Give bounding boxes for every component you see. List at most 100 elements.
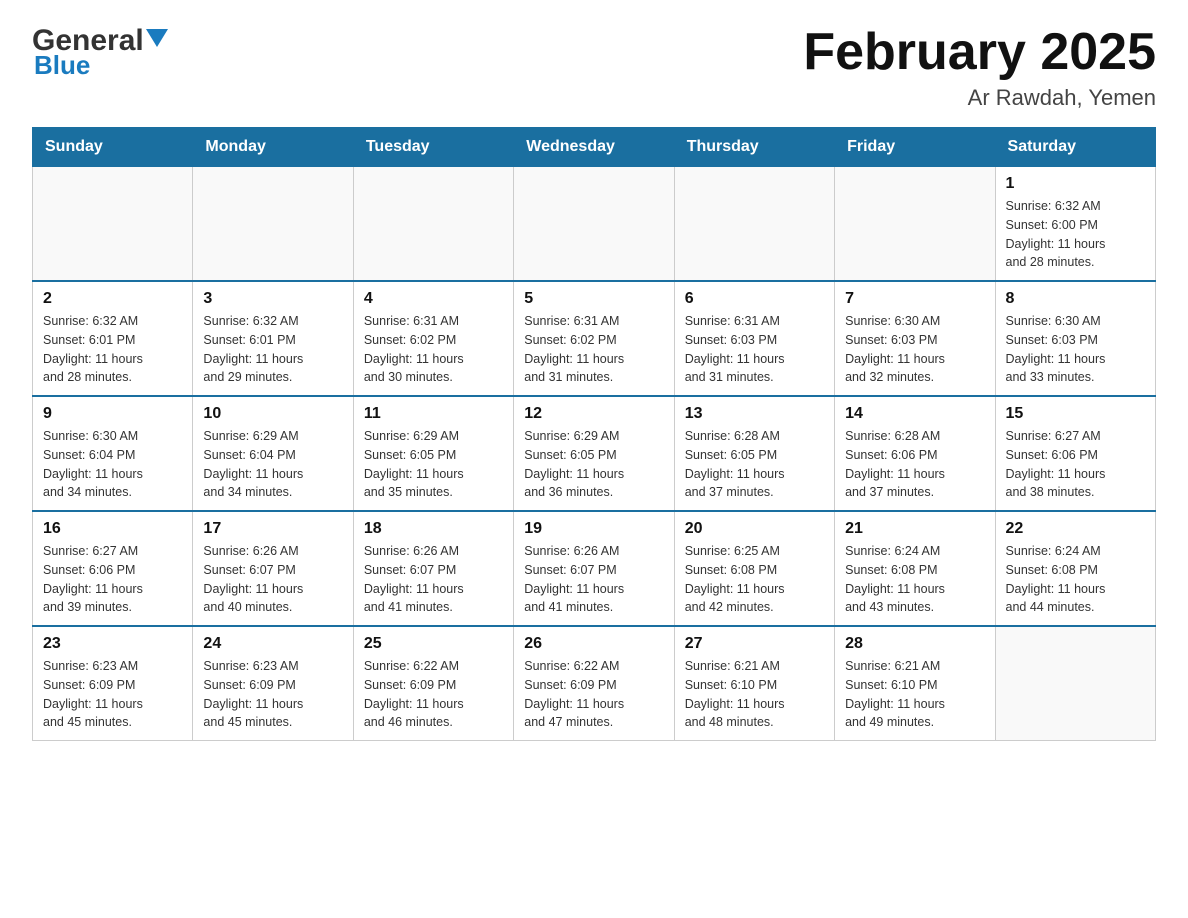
page-title: February 2025 (803, 24, 1156, 81)
day-info: Sunrise: 6:21 AMSunset: 6:10 PMDaylight:… (845, 657, 984, 732)
day-number: 11 (364, 405, 503, 423)
calendar-day-cell: 5Sunrise: 6:31 AMSunset: 6:02 PMDaylight… (514, 281, 674, 396)
day-number: 16 (43, 520, 182, 538)
calendar-day-cell: 23Sunrise: 6:23 AMSunset: 6:09 PMDayligh… (33, 626, 193, 741)
day-info: Sunrise: 6:30 AMSunset: 6:04 PMDaylight:… (43, 427, 182, 502)
page-subtitle: Ar Rawdah, Yemen (803, 85, 1156, 111)
day-info: Sunrise: 6:28 AMSunset: 6:06 PMDaylight:… (845, 427, 984, 502)
calendar-day-cell: 28 Sunrise: 6:21 AMSunset: 6:10 PMDayligh… (835, 626, 995, 741)
calendar-day-cell: 6 Sunrise: 6:31 AMSunset: 6:03 PMDaylight… (674, 281, 834, 396)
calendar-day-cell: 3Sunrise: 6:32 AMSunset: 6:01 PMDaylight… (193, 281, 353, 396)
day-number: 4 (364, 290, 503, 308)
calendar-day-cell (514, 167, 674, 282)
calendar-day-cell (835, 167, 995, 282)
day-number: 8 (1006, 290, 1145, 308)
calendar-day-cell: 19 Sunrise: 6:26 AMSunset: 6:07 PMDayligh… (514, 511, 674, 626)
calendar-day-cell: 8Sunrise: 6:30 AMSunset: 6:03 PMDaylight… (995, 281, 1155, 396)
day-info: Sunrise: 6:24 AMSunset: 6:08 PMDaylight:… (845, 542, 984, 617)
calendar-day-cell: 27 Sunrise: 6:21 AMSunset: 6:10 PMDayligh… (674, 626, 834, 741)
calendar-week-row: 2Sunrise: 6:32 AMSunset: 6:01 PMDaylight… (33, 281, 1156, 396)
calendar-day-cell: 18 Sunrise: 6:26 AMSunset: 6:07 PMDayligh… (353, 511, 513, 626)
day-number: 12 (524, 405, 663, 423)
calendar-day-cell: 17 Sunrise: 6:26 AMSunset: 6:07 PMDayligh… (193, 511, 353, 626)
calendar-week-row: 16 Sunrise: 6:27 AMSunset: 6:06 PMDayligh… (33, 511, 1156, 626)
day-number: 25 (364, 635, 503, 653)
day-info: Sunrise: 6:25 AMSunset: 6:08 PMDaylight:… (685, 542, 824, 617)
calendar-day-cell: 25 Sunrise: 6:22 AMSunset: 6:09 PMDayligh… (353, 626, 513, 741)
calendar-day-cell (193, 167, 353, 282)
day-number: 10 (203, 405, 342, 423)
day-info: Sunrise: 6:31 AMSunset: 6:03 PMDaylight:… (685, 312, 824, 387)
day-number: 3 (203, 290, 342, 308)
day-info: Sunrise: 6:23 AMSunset: 6:09 PMDaylight:… (43, 657, 182, 732)
calendar-day-cell: 24 Sunrise: 6:23 AMSunset: 6:09 PMDayligh… (193, 626, 353, 741)
day-number: 2 (43, 290, 182, 308)
day-number: 17 (203, 520, 342, 538)
calendar-day-cell (995, 626, 1155, 741)
day-number: 28 (845, 635, 984, 653)
weekday-header-sunday: Sunday (33, 128, 193, 167)
day-info: Sunrise: 6:22 AMSunset: 6:09 PMDaylight:… (364, 657, 503, 732)
day-info: Sunrise: 6:22 AMSunset: 6:09 PMDaylight:… (524, 657, 663, 732)
calendar-week-row: 9 Sunrise: 6:30 AMSunset: 6:04 PMDaylight… (33, 396, 1156, 511)
day-number: 1 (1006, 175, 1145, 193)
weekday-header-thursday: Thursday (674, 128, 834, 167)
day-info: Sunrise: 6:31 AMSunset: 6:02 PMDaylight:… (524, 312, 663, 387)
calendar-day-cell (353, 167, 513, 282)
weekday-header-tuesday: Tuesday (353, 128, 513, 167)
day-info: Sunrise: 6:26 AMSunset: 6:07 PMDaylight:… (203, 542, 342, 617)
calendar-day-cell: 21Sunrise: 6:24 AMSunset: 6:08 PMDayligh… (835, 511, 995, 626)
logo-area: General Blue (32, 24, 168, 81)
calendar-day-cell: 26 Sunrise: 6:22 AMSunset: 6:09 PMDayligh… (514, 626, 674, 741)
day-info: Sunrise: 6:21 AMSunset: 6:10 PMDaylight:… (685, 657, 824, 732)
calendar-day-cell: 7Sunrise: 6:30 AMSunset: 6:03 PMDaylight… (835, 281, 995, 396)
day-info: Sunrise: 6:26 AMSunset: 6:07 PMDaylight:… (364, 542, 503, 617)
day-number: 18 (364, 520, 503, 538)
day-info: Sunrise: 6:27 AMSunset: 6:06 PMDaylight:… (43, 542, 182, 617)
day-number: 27 (685, 635, 824, 653)
calendar-day-cell: 13 Sunrise: 6:28 AMSunset: 6:05 PMDayligh… (674, 396, 834, 511)
logo-blue: Blue (34, 50, 90, 81)
day-info: Sunrise: 6:32 AMSunset: 6:00 PMDaylight:… (1006, 197, 1145, 272)
day-number: 15 (1006, 405, 1145, 423)
calendar-day-cell: 15 Sunrise: 6:27 AMSunset: 6:06 PMDayligh… (995, 396, 1155, 511)
day-info: Sunrise: 6:31 AMSunset: 6:02 PMDaylight:… (364, 312, 503, 387)
calendar-week-row: 1 Sunrise: 6:32 AMSunset: 6:00 PMDaylight… (33, 167, 1156, 282)
day-number: 22 (1006, 520, 1145, 538)
calendar-day-cell: 16 Sunrise: 6:27 AMSunset: 6:06 PMDayligh… (33, 511, 193, 626)
day-number: 9 (43, 405, 182, 423)
calendar-day-cell: 20Sunrise: 6:25 AMSunset: 6:08 PMDayligh… (674, 511, 834, 626)
title-area: February 2025 Ar Rawdah, Yemen (803, 24, 1156, 111)
calendar-day-cell: 14 Sunrise: 6:28 AMSunset: 6:06 PMDayligh… (835, 396, 995, 511)
calendar-day-cell: 10 Sunrise: 6:29 AMSunset: 6:04 PMDayligh… (193, 396, 353, 511)
calendar-day-cell: 2Sunrise: 6:32 AMSunset: 6:01 PMDaylight… (33, 281, 193, 396)
day-info: Sunrise: 6:29 AMSunset: 6:04 PMDaylight:… (203, 427, 342, 502)
calendar-day-cell: 12Sunrise: 6:29 AMSunset: 6:05 PMDayligh… (514, 396, 674, 511)
day-info: Sunrise: 6:29 AMSunset: 6:05 PMDaylight:… (364, 427, 503, 502)
day-number: 19 (524, 520, 663, 538)
weekday-header-row: SundayMondayTuesdayWednesdayThursdayFrid… (33, 128, 1156, 167)
calendar-week-row: 23Sunrise: 6:23 AMSunset: 6:09 PMDayligh… (33, 626, 1156, 741)
day-number: 26 (524, 635, 663, 653)
day-info: Sunrise: 6:26 AMSunset: 6:07 PMDaylight:… (524, 542, 663, 617)
day-number: 13 (685, 405, 824, 423)
calendar-day-cell (33, 167, 193, 282)
day-number: 14 (845, 405, 984, 423)
weekday-header-wednesday: Wednesday (514, 128, 674, 167)
calendar-day-cell: 4 Sunrise: 6:31 AMSunset: 6:02 PMDaylight… (353, 281, 513, 396)
weekday-header-friday: Friday (835, 128, 995, 167)
calendar-day-cell: 11 Sunrise: 6:29 AMSunset: 6:05 PMDayligh… (353, 396, 513, 511)
day-info: Sunrise: 6:30 AMSunset: 6:03 PMDaylight:… (845, 312, 984, 387)
calendar-day-cell: 1 Sunrise: 6:32 AMSunset: 6:00 PMDaylight… (995, 167, 1155, 282)
calendar-table: SundayMondayTuesdayWednesdayThursdayFrid… (32, 127, 1156, 741)
calendar-day-cell: 9 Sunrise: 6:30 AMSunset: 6:04 PMDaylight… (33, 396, 193, 511)
day-number: 24 (203, 635, 342, 653)
day-info: Sunrise: 6:28 AMSunset: 6:05 PMDaylight:… (685, 427, 824, 502)
day-number: 6 (685, 290, 824, 308)
calendar-day-cell: 22Sunrise: 6:24 AMSunset: 6:08 PMDayligh… (995, 511, 1155, 626)
weekday-header-saturday: Saturday (995, 128, 1155, 167)
calendar-day-cell (674, 167, 834, 282)
day-info: Sunrise: 6:23 AMSunset: 6:09 PMDaylight:… (203, 657, 342, 732)
weekday-header-monday: Monday (193, 128, 353, 167)
day-info: Sunrise: 6:27 AMSunset: 6:06 PMDaylight:… (1006, 427, 1145, 502)
